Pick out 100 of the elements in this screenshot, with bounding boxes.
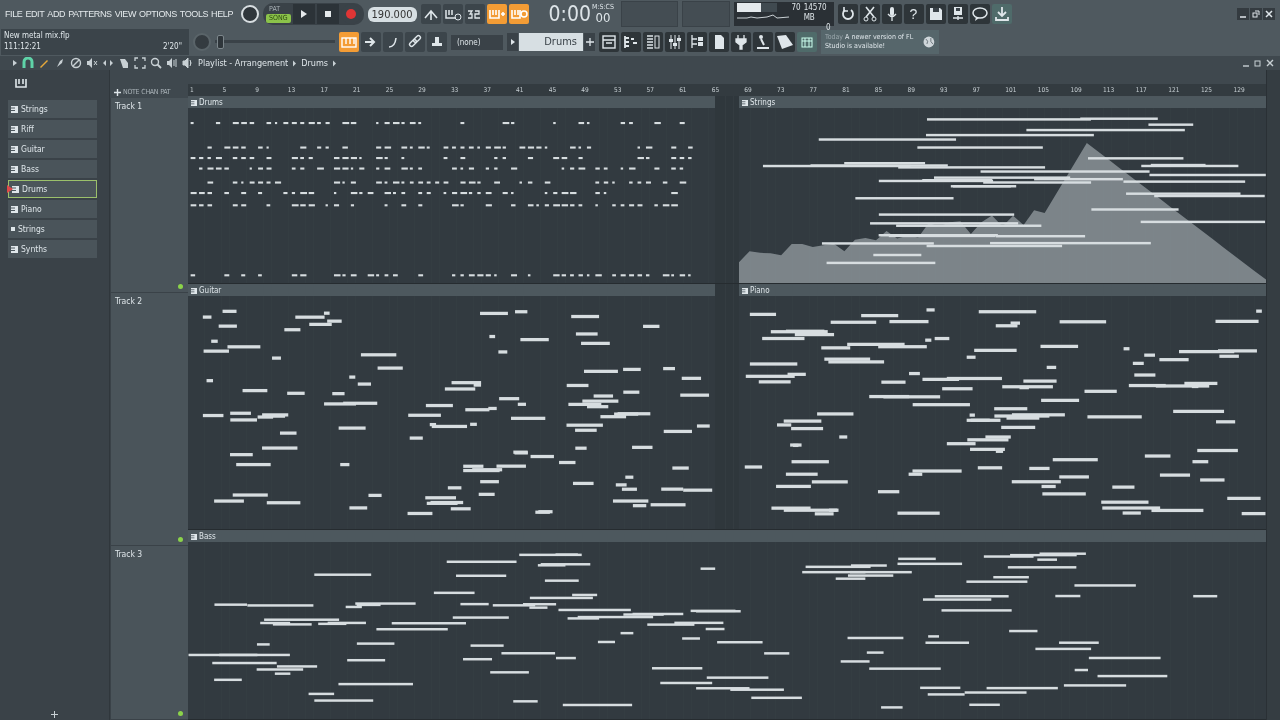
no-entry-icon[interactable] <box>70 57 82 69</box>
count-button[interactable] <box>464 4 485 24</box>
scissors-icon <box>860 5 879 23</box>
download-button[interactable] <box>991 4 1012 24</box>
grid-icon <box>800 35 814 49</box>
plus-icon <box>585 38 594 46</box>
menu-item[interactable]: EDIT <box>25 9 45 19</box>
pattern-clip[interactable]: Bass <box>188 530 1266 719</box>
restore-icon[interactable] <box>1254 59 1262 67</box>
menu-item[interactable]: ADD <box>47 9 66 19</box>
pattern-list-item[interactable]: Bass <box>8 160 97 178</box>
playlist-button[interactable] <box>599 32 619 52</box>
pattern-clip[interactable]: Guitar <box>188 284 715 529</box>
speech-bubble-icon <box>970 5 989 23</box>
browser-button[interactable] <box>687 32 707 52</box>
stop-button[interactable] <box>316 4 339 24</box>
pattern-selector[interactable]: Drums <box>519 33 583 51</box>
pattern-icon <box>11 205 18 213</box>
keys-loop-button[interactable] <box>508 4 529 24</box>
zoom-icon[interactable] <box>150 57 162 69</box>
piano-roll-button[interactable] <box>621 32 641 52</box>
track-name: Track 3 <box>115 549 143 559</box>
save-button[interactable] <box>925 4 946 24</box>
document-button[interactable] <box>709 32 729 52</box>
download-icon <box>992 5 1011 23</box>
snap-selector[interactable]: (none) <box>451 34 503 50</box>
pattern-icon <box>191 533 197 540</box>
microphone-button[interactable] <box>881 4 902 24</box>
restore-button[interactable] <box>1250 8 1262 20</box>
close-icon[interactable] <box>1266 59 1274 67</box>
undo-button[interactable] <box>837 4 858 24</box>
plus-icon[interactable] <box>51 710 58 718</box>
master-pitch-slider-handle[interactable] <box>217 35 225 49</box>
select-icon[interactable] <box>134 57 146 69</box>
scrollbar[interactable] <box>1266 70 1280 720</box>
arrow-icon[interactable] <box>12 59 18 67</box>
magnet-icon[interactable] <box>22 57 34 69</box>
stamp-button[interactable] <box>427 32 447 52</box>
pattern-list-item[interactable]: Riff <box>8 120 97 138</box>
song-position: 111:12:21 <box>4 41 41 52</box>
record-icon <box>344 8 357 20</box>
time-value: 0:00 <box>548 3 591 25</box>
tempo-display[interactable]: 190.000 <box>367 6 417 22</box>
piano-keys-icon[interactable] <box>15 78 27 88</box>
channel-rack-button[interactable] <box>643 32 663 52</box>
play-button[interactable] <box>292 4 315 24</box>
mixer-button[interactable] <box>665 32 685 52</box>
save-as-button[interactable] <box>947 4 968 24</box>
pattern-clip[interactable]: Piano <box>739 284 1266 529</box>
pattern-list-item[interactable]: Piano <box>8 200 97 218</box>
arrow-button[interactable] <box>361 32 381 52</box>
add-pattern-button[interactable] <box>584 33 595 51</box>
menu-item[interactable]: FILE <box>5 9 23 19</box>
menu-item[interactable]: HELP <box>211 9 234 19</box>
menu-item[interactable]: VIEW <box>114 9 137 19</box>
speaker-icon[interactable] <box>166 57 178 69</box>
link-icon <box>406 34 424 50</box>
cpu-value: 70 <box>791 3 801 13</box>
curve-button[interactable] <box>383 32 403 52</box>
plug-button[interactable] <box>731 32 751 52</box>
touch-keyboard-button[interactable] <box>753 32 773 52</box>
pattern-clip[interactable]: Drums <box>188 96 715 283</box>
speech-bubble-button[interactable] <box>969 4 990 24</box>
pattern-icon <box>11 125 18 133</box>
menu-item[interactable]: OPTIONS <box>139 9 177 19</box>
arrow-icon <box>292 59 298 67</box>
mute-icon[interactable] <box>86 57 98 69</box>
arrow-icon <box>332 59 338 67</box>
pattern-list-item[interactable]: Strings <box>8 220 97 238</box>
play-icon <box>298 9 309 19</box>
pattern-list-item[interactable]: Strings <box>8 100 97 118</box>
pattern-name: Drums <box>301 58 329 68</box>
track-led[interactable] <box>178 537 183 542</box>
menu-item[interactable]: PATTERNS <box>68 9 112 19</box>
song-duration: 2'20" <box>162 41 182 52</box>
track-led[interactable] <box>178 711 183 716</box>
menu-item[interactable]: TOOLS <box>179 9 209 19</box>
track-led[interactable] <box>178 284 183 289</box>
help-button[interactable]: ? <box>903 4 924 24</box>
scissors-button[interactable] <box>859 4 880 24</box>
mixer-icon <box>666 33 684 51</box>
project-filename: New metal mix.flp <box>4 30 71 41</box>
close-button[interactable] <box>1263 8 1275 20</box>
speaker-icon[interactable] <box>182 57 194 69</box>
master-volume-knob[interactable] <box>241 5 260 23</box>
pattern-icon <box>742 99 748 106</box>
pattern-clip[interactable]: Strings <box>739 96 1266 283</box>
keys-plus-button[interactable] <box>486 4 507 24</box>
pattern-list-item[interactable]: Guitar <box>8 140 97 158</box>
time-hundredths: 00 <box>595 11 611 25</box>
pattern-list-item[interactable]: Drums <box>8 180 97 198</box>
window-title: Playlist - Arrangement <box>198 58 289 68</box>
pattern-list-item[interactable]: Synths <box>8 240 97 258</box>
plus-icon[interactable] <box>114 89 121 96</box>
minimize-button[interactable] <box>1237 8 1249 20</box>
globe-icon <box>923 36 935 48</box>
pattern-arrow-button[interactable] <box>507 33 518 51</box>
link-button[interactable] <box>405 32 425 52</box>
track-name: Track 2 <box>115 296 143 306</box>
clip-name: Guitar <box>199 286 222 295</box>
